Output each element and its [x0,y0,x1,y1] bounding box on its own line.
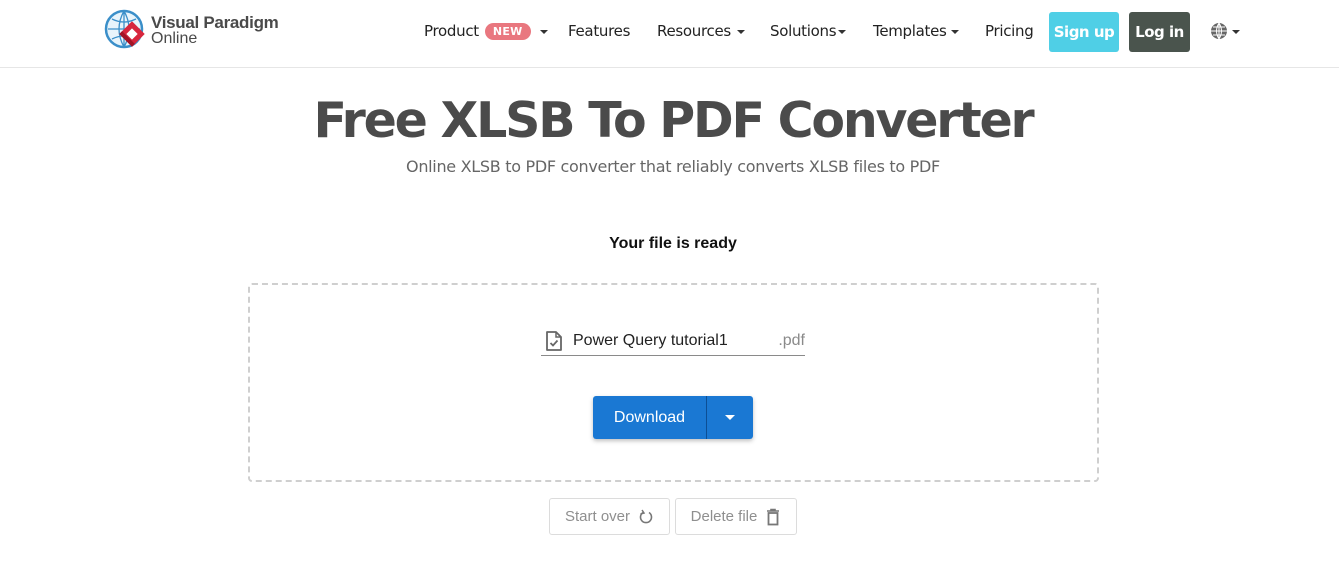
nav-solutions[interactable]: Solutions [770,22,847,40]
new-badge: NEW [484,22,531,40]
file-check-icon [546,331,562,351]
page-title: Free XLSB To PDF Converter [313,92,1035,149]
nav-features[interactable]: Features [568,22,630,40]
refresh-icon [639,509,653,523]
nav-pricing-label: Pricing [985,22,1034,40]
nav-resources-label: Resources [657,22,731,40]
trash-icon [767,508,780,525]
language-selector[interactable] [1210,22,1240,40]
file-name[interactable]: Power Query tutorial1 [573,332,778,350]
start-over-button[interactable]: Start over [549,498,670,535]
nav-product[interactable]: Product NEW [424,22,548,40]
signup-button[interactable]: Sign up [1049,12,1119,52]
chevron-down-icon [539,30,548,34]
visual-paradigm-logo-icon [104,9,145,49]
page-subtitle: Online XLSB to PDF converter that reliab… [406,157,940,176]
download-options-toggle[interactable] [707,396,753,439]
brand-logo[interactable]: Visual Paradigm Online [104,9,279,53]
nav-pricing[interactable]: Pricing [985,22,1034,40]
delete-file-button[interactable]: Delete file [675,498,797,535]
nav-resources[interactable]: Resources [657,22,745,40]
download-button-group: Download [593,396,753,439]
chevron-down-icon [838,30,847,34]
chevron-down-icon [736,30,745,34]
nav-features-label: Features [568,22,631,40]
login-button[interactable]: Log in [1129,12,1190,52]
file-extension: .pdf [778,332,805,349]
chevron-down-icon [725,415,735,420]
globe-icon [1211,22,1227,40]
brand-subname: Online [151,30,198,47]
brand-name: Visual Paradigm [151,13,279,32]
delete-file-label: Delete file [690,508,758,525]
chevron-down-icon [1232,30,1240,34]
chevron-down-icon [950,30,959,34]
download-button[interactable]: Download [593,396,707,439]
nav-templates-label: Templates [873,22,947,40]
nav-product-label: Product [424,22,479,40]
start-over-label: Start over [564,508,631,525]
output-filename-field[interactable]: Power Query tutorial1 .pdf [541,327,805,356]
nav-solutions-label: Solutions [770,22,837,40]
nav-templates[interactable]: Templates [873,22,959,40]
result-panel [248,283,1099,482]
top-navbar: Visual Paradigm Online Product NEW Featu… [0,0,1339,68]
file-ready-status: Your file is ready [609,235,737,252]
